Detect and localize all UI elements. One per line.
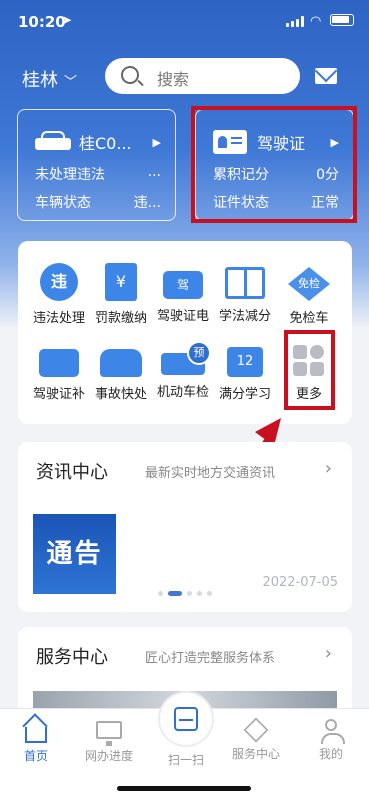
- signal-icon: [286, 16, 304, 27]
- service-label: 学法减分: [218, 309, 271, 324]
- news-thumbnail[interactable]: 通告: [33, 514, 116, 594]
- home-indicator: [117, 786, 251, 791]
- service-label: 驾驶证电: [156, 309, 209, 324]
- tab-label: 首页: [23, 749, 48, 763]
- license-replace-icon: [39, 349, 79, 377]
- tab-service[interactable]: 服务中心: [226, 717, 286, 762]
- news-date: 2022-07-05: [262, 575, 338, 590]
- highlight-box-more: [284, 330, 335, 410]
- status-time: 10:20: [18, 13, 66, 31]
- home-icon: [25, 727, 47, 743]
- service-label: 罚款缴纳: [94, 311, 147, 326]
- carousel-dots: [158, 591, 212, 596]
- service-accident[interactable]: 事故快处: [90, 341, 152, 402]
- highlight-box-license: [191, 106, 357, 223]
- scan-button[interactable]: [160, 693, 212, 745]
- status-bar: 10:20 ➤ ◠: [0, 0, 369, 44]
- user-icon: [321, 719, 345, 744]
- e-license-icon: 驾: [163, 271, 203, 299]
- vehicle-card[interactable]: 桂C0... ▶ 未处理违法 ... 车辆状态 违...: [17, 109, 176, 221]
- service-study[interactable]: 学法减分: [214, 263, 276, 324]
- service-label: 事故快处: [94, 387, 147, 402]
- service-fine[interactable]: ¥ 罚款缴纳: [90, 263, 152, 326]
- service-center-subtitle: 匠心打造完整服务体系: [145, 651, 276, 666]
- service-label: 免检车: [289, 311, 329, 326]
- service-vehicle-inspection[interactable]: 机动车检: [152, 341, 214, 400]
- car-icon: [35, 131, 71, 153]
- tab-mine[interactable]: 我的: [301, 719, 361, 762]
- caret-right-icon: ▶: [152, 135, 161, 149]
- service-e-license[interactable]: 驾 驾驶证电: [152, 263, 214, 324]
- tab-label: 服务中心: [231, 747, 280, 761]
- vehicle-status-value: 违...: [133, 195, 161, 211]
- message-icon[interactable]: [315, 68, 337, 84]
- news-subtitle: 最新实时地方交通资讯: [145, 466, 276, 481]
- vehicle-status-label: 车辆状态: [35, 195, 91, 211]
- inspection-exempt-icon: 免检: [288, 267, 330, 301]
- service-label: 违法处理: [32, 311, 85, 326]
- chevron-down-icon: ﹀: [64, 75, 78, 90]
- service-label: 驾驶证补: [32, 387, 85, 402]
- city-selector[interactable]: 桂林 ﹀: [22, 66, 77, 92]
- wifi-icon: ◠: [310, 14, 322, 29]
- tab-label: 我的: [318, 747, 343, 761]
- service-full-score-study[interactable]: 12 满分学习: [214, 341, 276, 402]
- book-icon: [225, 267, 265, 299]
- calendar-icon: 12: [227, 347, 263, 377]
- chevron-right-icon[interactable]: ›: [325, 458, 332, 479]
- scan-label: 扫一扫: [167, 753, 204, 767]
- battery-icon: [330, 14, 354, 26]
- accident-icon: [100, 349, 142, 377]
- location-arrow-icon: ➤: [62, 13, 73, 27]
- violation-value: ...: [147, 164, 161, 180]
- news-section[interactable]: 资讯中心 最新实时地方交通资讯 › 通告 2022-07-05: [18, 442, 352, 612]
- city-label: 桂林: [22, 70, 58, 91]
- monitor-icon: [96, 721, 122, 746]
- search-placeholder: 搜索: [157, 70, 190, 89]
- tab-progress[interactable]: 网办进度: [79, 719, 139, 764]
- news-title: 资讯中心: [36, 462, 108, 483]
- tab-label: 网办进度: [84, 749, 133, 763]
- tab-home[interactable]: 首页: [6, 719, 66, 764]
- service-exempt[interactable]: 免检 免检车: [278, 263, 340, 326]
- chevron-right-icon[interactable]: ›: [325, 643, 332, 664]
- search-icon: [121, 66, 139, 84]
- service-center-title: 服务中心: [36, 647, 108, 668]
- fine-receipt-icon: ¥: [105, 263, 137, 301]
- handshake-icon: [243, 717, 269, 743]
- violation-magnifier-icon: 违: [40, 263, 78, 301]
- violation-label: 未处理违法: [35, 167, 105, 183]
- vehicle-inspection-icon: [161, 341, 211, 375]
- service-label: 机动车检: [156, 385, 209, 400]
- service-label: 满分学习: [218, 387, 271, 402]
- search-input[interactable]: 搜索: [105, 58, 300, 94]
- service-violation[interactable]: 违 违法处理: [28, 263, 90, 326]
- plate-number: 桂C0...: [79, 134, 132, 153]
- service-license-replace[interactable]: 驾驶证补: [28, 341, 90, 402]
- scan-icon: [174, 707, 198, 731]
